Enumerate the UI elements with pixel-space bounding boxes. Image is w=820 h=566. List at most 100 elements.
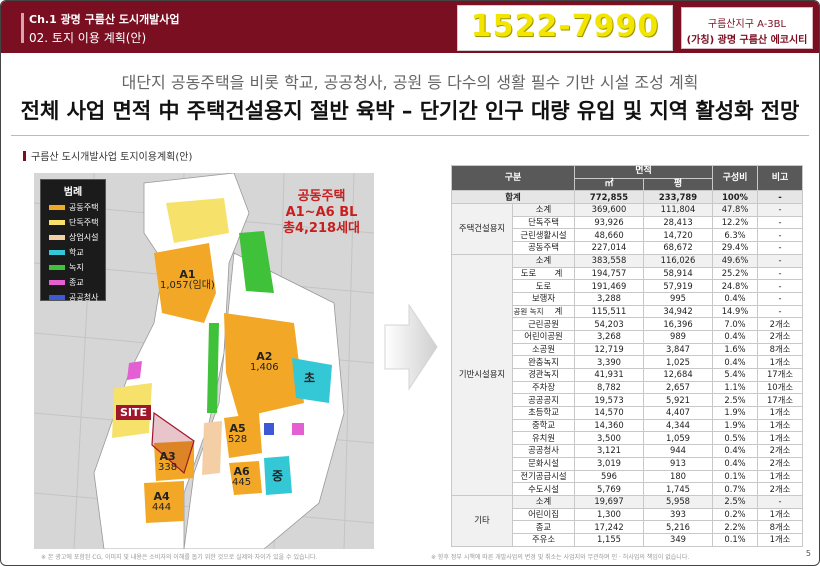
- zone-name: A1: [179, 268, 196, 281]
- table-cell: -: [757, 279, 803, 293]
- table-row: 기반시설용지 소계 383,558 116,026 49.6% -: [451, 253, 803, 496]
- table-cell: 5,216: [643, 520, 713, 534]
- footer-disclaimer-right: ※ 향후 정부 시책에 따른 개발사업의 변경 및 취소는 사업지와 무관하며 …: [431, 554, 690, 561]
- site-marker: SITE: [116, 405, 152, 420]
- table-cell: 3,268: [574, 329, 644, 344]
- zone-name: A4: [153, 490, 170, 503]
- table-cell: -: [757, 203, 803, 217]
- table-cell: 1개소: [757, 418, 803, 433]
- table-cell: 772,855: [574, 190, 644, 205]
- header-accent: [21, 13, 24, 43]
- header-area: 면적: [574, 165, 713, 179]
- zone-a4-label: A4 444: [152, 491, 171, 513]
- table-cell: 어린이집: [512, 507, 575, 522]
- table-cell: 12,719: [574, 342, 644, 357]
- table-cell: 1개소: [757, 431, 803, 446]
- table-cell: 0.4%: [712, 456, 758, 471]
- table-cell: 194,757: [574, 266, 644, 281]
- table-cell: 7.0%: [712, 317, 758, 331]
- zone-count: 1,057(임대): [160, 280, 215, 291]
- table-cell: 28,413: [643, 215, 713, 230]
- table-cell: 369,600: [574, 203, 644, 217]
- table-cell: 8개소: [757, 342, 803, 357]
- table-cell: 0.4%: [712, 355, 758, 369]
- middle-school-label: 중: [272, 469, 284, 483]
- table-cell: -: [757, 291, 803, 306]
- legend-swatch: [49, 205, 65, 210]
- table-cell: 14.9%: [712, 304, 758, 319]
- table-cell: 0.7%: [712, 482, 758, 496]
- legend-title: 범례: [63, 187, 83, 198]
- table-cell: 54,203: [574, 317, 644, 331]
- header-bar: Ch.1 광명 구름산 도시개발사업 02. 토지 이용 계획(안) 1522-…: [1, 1, 819, 53]
- table-cell: 47.8%: [712, 203, 758, 217]
- legend-label: 녹지: [69, 263, 84, 272]
- table-cell: 공원 녹지 계: [512, 304, 575, 319]
- callout-line-3: 총4,218세대: [282, 221, 360, 236]
- zone-a3-label: A3 338: [158, 451, 177, 473]
- legend-swatch: [49, 235, 65, 240]
- table-cell: 주유소: [512, 532, 575, 547]
- table-cell: -: [757, 253, 803, 268]
- table-cell: 보행자: [512, 291, 575, 306]
- table-cell: 349: [643, 532, 713, 547]
- table-cell: 5,769: [574, 482, 644, 496]
- legend-item-public-office: 공공청사: [41, 290, 105, 305]
- group-park: 공원 녹지: [513, 306, 544, 316]
- legend-label: 학교: [69, 248, 84, 257]
- table-cell: 2개소: [757, 329, 803, 344]
- legend-label: 단독주택: [69, 218, 99, 227]
- table-cell: 어린이공원: [512, 329, 575, 344]
- table-row: 주택건설용지 소계 369,600 111,804 47.8% -: [451, 203, 803, 255]
- phone-number[interactable]: 1522-7990: [458, 9, 672, 44]
- table-cell: 1,155: [574, 532, 644, 547]
- table-cell: 5.4%: [712, 368, 758, 382]
- zone-count: 338: [158, 462, 178, 473]
- zone-count: 528: [228, 434, 248, 445]
- table-row: 기타 소계 19,697 5,958 2.5% -: [451, 494, 803, 547]
- section-title: 02. 토지 이용 계획(안): [29, 31, 147, 45]
- legend-item-apartment: 공동주택: [41, 200, 105, 215]
- table-cell: 989: [643, 329, 713, 344]
- table-cell: 34,942: [643, 304, 713, 319]
- phone-box[interactable]: 1522-7990: [457, 5, 673, 51]
- table-cell: 227,014: [574, 241, 644, 255]
- legend-swatch: [49, 220, 65, 225]
- table-cell: 12,684: [643, 368, 713, 382]
- table-cell: 995: [643, 291, 713, 306]
- zone-a1-label: A1 1,057(임대): [160, 269, 215, 291]
- table-cell: -: [757, 190, 803, 205]
- table-cell: 1개소: [757, 532, 803, 547]
- table-cell: 25.2%: [712, 266, 758, 281]
- table-cell: 111,804: [643, 203, 713, 217]
- table-cell: 2,657: [643, 380, 713, 395]
- table-cell: 근린생활시설: [512, 228, 575, 243]
- table-cell: 0.4%: [712, 444, 758, 458]
- page-frame: Ch.1 광명 구름산 도시개발사업 02. 토지 이용 계획(안) 1522-…: [0, 0, 820, 566]
- header-note: 비고: [757, 164, 803, 192]
- table-cell: 공공청사: [512, 444, 575, 458]
- table-cell: 10개소: [757, 380, 803, 395]
- table-cell: 14,570: [574, 406, 644, 420]
- callout-line-2: A1~A6 BL: [285, 205, 358, 220]
- table-cell: 0.1%: [712, 469, 758, 484]
- zone-name: A6: [233, 465, 250, 478]
- legend-swatch: [49, 295, 65, 300]
- table-row: 합계 772,855 233,789 100% -: [451, 190, 803, 205]
- table-cell: 3,121: [574, 444, 644, 458]
- table-cell: 383,558: [574, 253, 644, 268]
- table-cell: 2.2%: [712, 520, 758, 534]
- table-cell: 0.4%: [712, 329, 758, 344]
- legend-swatch: [49, 280, 65, 285]
- table-cell: 1.6%: [712, 342, 758, 357]
- table-cell: 2개소: [757, 444, 803, 458]
- table-cell: 0.2%: [712, 507, 758, 522]
- table-cell: -: [757, 304, 803, 319]
- table-cell: 17개소: [757, 393, 803, 408]
- zone-a5-label: A5 528: [228, 423, 247, 445]
- chapter-title: Ch.1 광명 구름산 도시개발사업: [29, 13, 180, 26]
- legend-label: 공공청사: [69, 293, 99, 302]
- table-cell: 19,697: [574, 494, 644, 509]
- table-cell: 1개소: [757, 507, 803, 522]
- table-cell: 93,926: [574, 215, 644, 230]
